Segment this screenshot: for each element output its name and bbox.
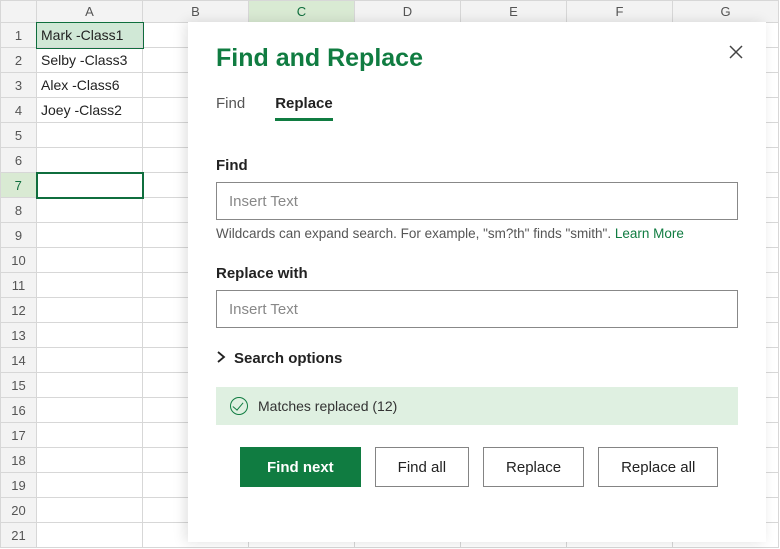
- cell[interactable]: [37, 223, 143, 248]
- cell[interactable]: [37, 248, 143, 273]
- column-header-d[interactable]: D: [355, 1, 461, 23]
- row-header[interactable]: 9: [1, 223, 37, 248]
- find-label: Find: [216, 157, 738, 174]
- chevron-right-icon: [216, 350, 226, 367]
- column-header-e[interactable]: E: [461, 1, 567, 23]
- row-header[interactable]: 10: [1, 248, 37, 273]
- row-header[interactable]: 4: [1, 98, 37, 123]
- column-header-c[interactable]: C: [249, 1, 355, 23]
- cell[interactable]: [37, 173, 143, 198]
- row-header[interactable]: 13: [1, 323, 37, 348]
- cell[interactable]: [37, 198, 143, 223]
- cell[interactable]: Mark -Class1: [37, 23, 143, 48]
- select-all-corner[interactable]: [1, 1, 37, 23]
- cell[interactable]: [37, 423, 143, 448]
- column-header-f[interactable]: F: [567, 1, 673, 23]
- wildcard-hint: Wildcards can expand search. For example…: [216, 226, 738, 241]
- row-header[interactable]: 6: [1, 148, 37, 173]
- close-icon[interactable]: [724, 40, 748, 64]
- row-header[interactable]: 14: [1, 348, 37, 373]
- cell[interactable]: [37, 148, 143, 173]
- find-replace-dialog: Find and Replace Find Replace Find Wildc…: [188, 22, 766, 542]
- cell[interactable]: Selby -Class3: [37, 48, 143, 73]
- cell[interactable]: Alex -Class6: [37, 73, 143, 98]
- row-header[interactable]: 12: [1, 298, 37, 323]
- cell[interactable]: [37, 373, 143, 398]
- tabs: Find Replace: [216, 95, 738, 121]
- status-banner: Matches replaced (12): [216, 387, 738, 425]
- cell[interactable]: [37, 398, 143, 423]
- column-header-b[interactable]: B: [143, 1, 249, 23]
- hint-text: Wildcards can expand search. For example…: [216, 226, 615, 241]
- tab-find[interactable]: Find: [216, 95, 245, 121]
- row-header[interactable]: 21: [1, 523, 37, 548]
- replace-input[interactable]: [216, 290, 738, 328]
- cell[interactable]: [37, 348, 143, 373]
- search-options-label: Search options: [234, 350, 342, 367]
- row-header[interactable]: 1: [1, 23, 37, 48]
- cell[interactable]: [37, 473, 143, 498]
- cell[interactable]: Joey -Class2: [37, 98, 143, 123]
- row-header[interactable]: 20: [1, 498, 37, 523]
- button-row: Find next Find all Replace Replace all: [240, 447, 738, 487]
- find-next-button[interactable]: Find next: [240, 447, 361, 487]
- row-header[interactable]: 16: [1, 398, 37, 423]
- tab-replace[interactable]: Replace: [275, 95, 333, 121]
- cell[interactable]: [37, 273, 143, 298]
- row-header[interactable]: 11: [1, 273, 37, 298]
- find-all-button[interactable]: Find all: [375, 447, 469, 487]
- row-header[interactable]: 18: [1, 448, 37, 473]
- row-header[interactable]: 2: [1, 48, 37, 73]
- row-header[interactable]: 7: [1, 173, 37, 198]
- find-input[interactable]: [216, 182, 738, 220]
- column-header-g[interactable]: G: [673, 1, 779, 23]
- cell[interactable]: [37, 448, 143, 473]
- check-circle-icon: [230, 397, 248, 415]
- replace-all-button[interactable]: Replace all: [598, 447, 718, 487]
- cell[interactable]: [37, 323, 143, 348]
- cell[interactable]: [37, 523, 143, 548]
- row-header[interactable]: 15: [1, 373, 37, 398]
- replace-button[interactable]: Replace: [483, 447, 584, 487]
- row-header[interactable]: 8: [1, 198, 37, 223]
- column-header-a[interactable]: A: [37, 1, 143, 23]
- dialog-title: Find and Replace: [216, 44, 738, 73]
- row-header[interactable]: 19: [1, 473, 37, 498]
- replace-label: Replace with: [216, 265, 738, 282]
- learn-more-link[interactable]: Learn More: [615, 226, 684, 241]
- status-text: Matches replaced (12): [258, 398, 397, 414]
- cell[interactable]: [37, 123, 143, 148]
- cell[interactable]: [37, 298, 143, 323]
- row-header[interactable]: 17: [1, 423, 37, 448]
- row-header[interactable]: 3: [1, 73, 37, 98]
- row-header[interactable]: 5: [1, 123, 37, 148]
- search-options-toggle[interactable]: Search options: [216, 350, 738, 367]
- cell[interactable]: [37, 498, 143, 523]
